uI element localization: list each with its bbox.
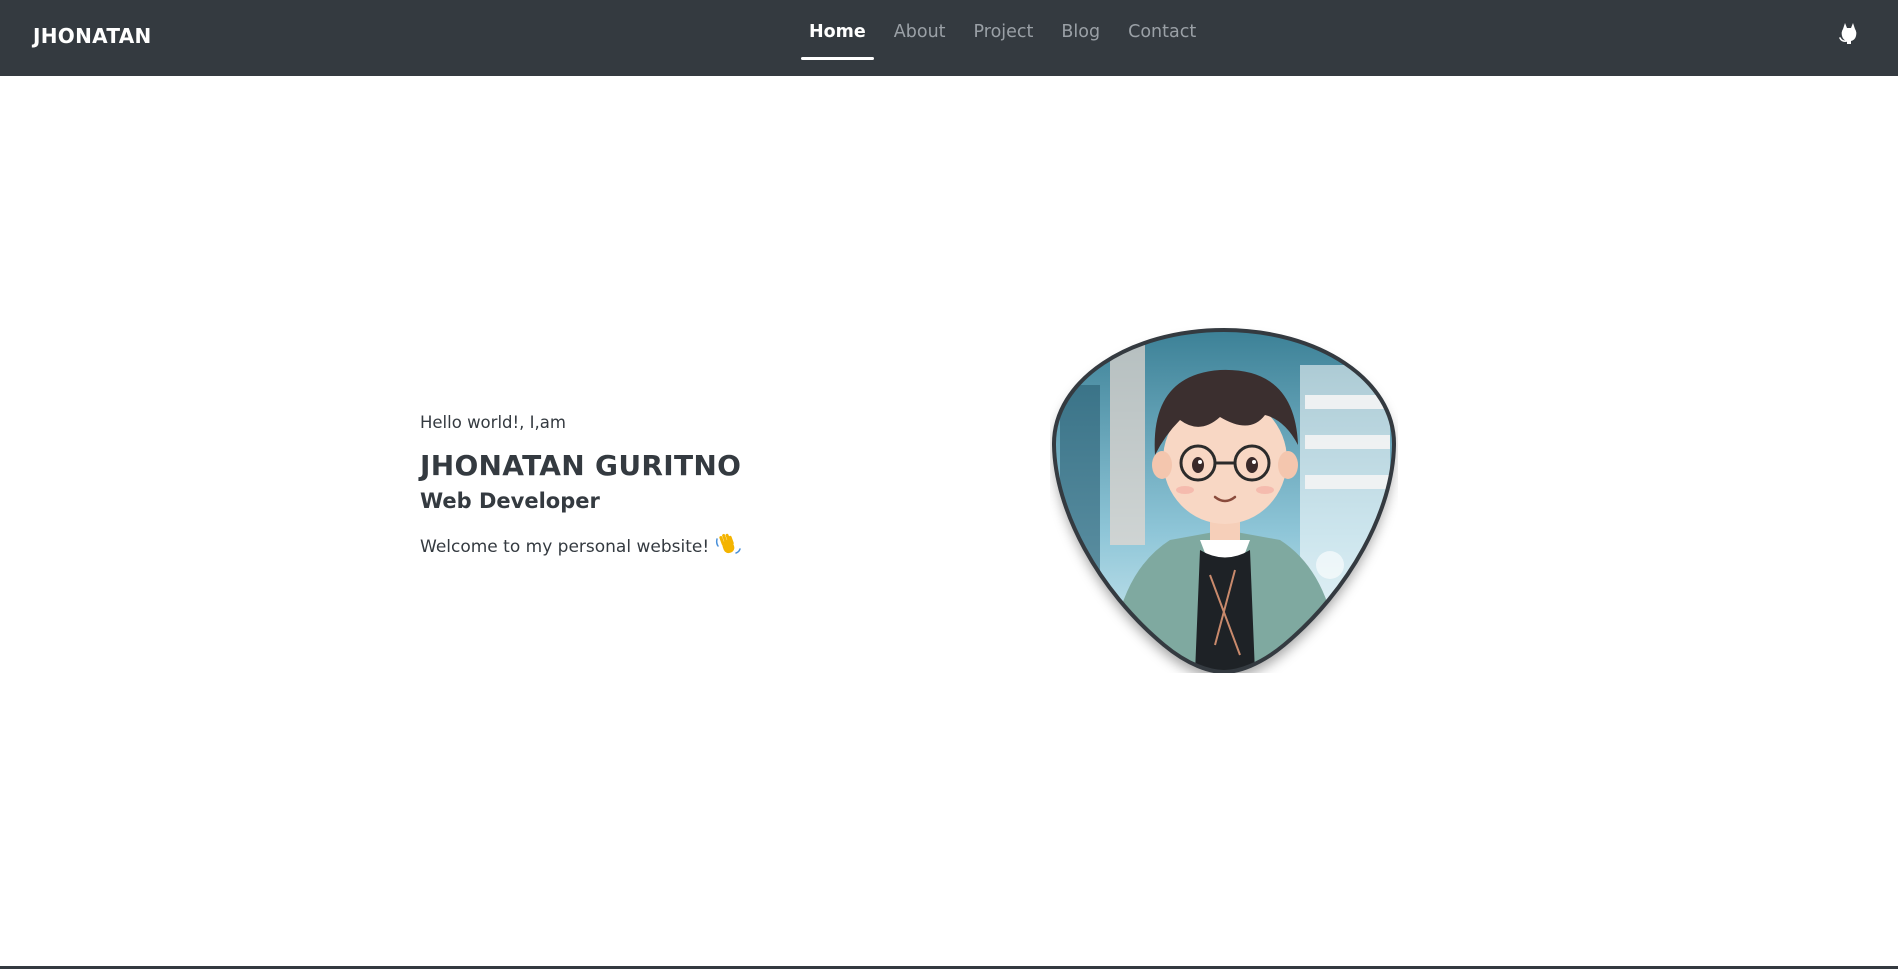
nav-item-project[interactable]: Project xyxy=(966,0,1042,60)
welcome-line: Welcome to my personal website! xyxy=(420,531,840,562)
nav-item-about[interactable]: About xyxy=(886,0,954,60)
waving-hand-icon xyxy=(715,531,741,562)
main-nav: Home About Project Blog Contact xyxy=(795,0,1210,76)
greeting-text: Hello world!, I,am xyxy=(420,413,566,432)
avatar-illustration xyxy=(1050,325,1398,675)
hero-role: Web Developer xyxy=(420,489,600,513)
hero-intro: Hello world!, I,am JHONATAN GURITNO Web … xyxy=(420,413,840,562)
github-icon[interactable] xyxy=(1836,20,1862,46)
nav-item-home[interactable]: Home xyxy=(801,0,874,60)
hero-name: JHONATAN GURITNO xyxy=(420,449,742,482)
nav-item-contact[interactable]: Contact xyxy=(1120,0,1204,60)
brand-logo[interactable]: JHONATAN xyxy=(33,24,152,48)
welcome-text: Welcome to my personal website! xyxy=(420,536,710,557)
navbar: JHONATAN Home About Project Blog Contact xyxy=(0,0,1898,76)
nav-item-blog[interactable]: Blog xyxy=(1053,0,1108,60)
